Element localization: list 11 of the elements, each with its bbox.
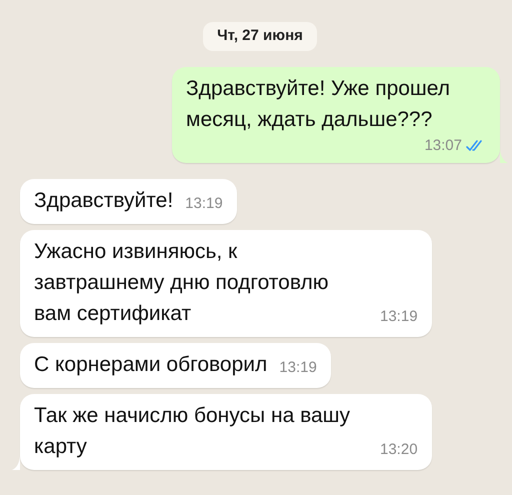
message-time: 13:19: [185, 194, 223, 212]
date-label: Чт, 27 июня: [203, 22, 317, 50]
message-time: 13:19: [380, 308, 418, 324]
message-text: С корнерами обговорил: [34, 352, 268, 378]
message-time: 13:19: [279, 358, 317, 376]
message-text: Здравствуйте!: [34, 188, 174, 214]
message-time: 13:07: [424, 136, 462, 154]
message-text: Ужасно извиняюсь, к завтрашнему дню подготовлю вам сертификат: [34, 238, 330, 326]
message-text: Здравствуйте! Уже прошел месяц, ждать дальше???: [186, 76, 452, 132]
message-time: 13:20: [380, 440, 418, 458]
message-text: Так же начислю бонусы на вашу карту: [34, 402, 352, 460]
